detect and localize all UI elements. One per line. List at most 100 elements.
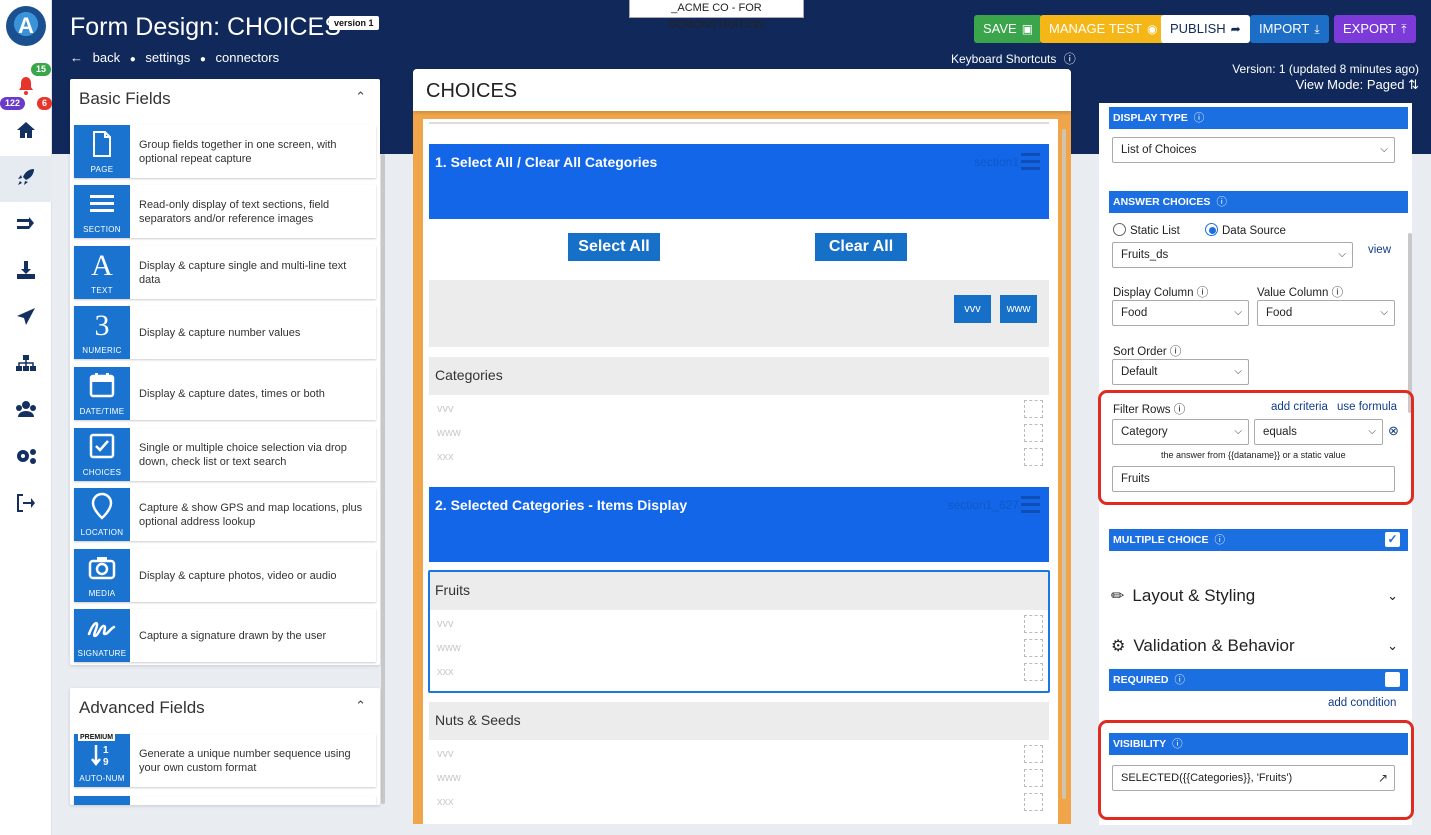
keyboard-shortcuts-link[interactable]: Keyboard Shortcuts ⓘ [951,50,1076,67]
field-label: NUMERIC [82,346,122,355]
chevron-up-icon[interactable]: ⌃ [355,698,366,714]
categories-option[interactable]: xxx [429,446,1049,468]
chevron-up-icon[interactable]: ⌃ [355,89,366,105]
version-text: Version: 1 (updated 8 minutes ago) [1232,62,1419,76]
layout-styling-section[interactable]: ✏ Layout & Styling ⌄ [1111,586,1408,612]
field-location[interactable]: LOCATION Capture & show GPS and map loca… [74,488,376,541]
help-icon[interactable]: ⓘ [1194,112,1205,124]
section-1[interactable]: 1. Select All / Clear All Categories sec… [429,144,1049,219]
page-icon: PAGE [74,125,130,178]
value-column-value: Food [1266,307,1293,319]
field-choices[interactable]: CHOICES Single or multiple choice select… [74,428,376,481]
help-icon[interactable]: ⓘ [1174,674,1185,686]
field-section[interactable]: SECTION Read-only display of text sectio… [74,185,376,238]
radio-unchecked[interactable] [1113,223,1126,236]
help-icon[interactable]: ⓘ [1332,287,1344,299]
rocket-icon[interactable] [14,167,38,191]
multiple-choice-label: MULTIPLE CHOICE [1113,534,1209,546]
field-page[interactable]: PAGE Group fields together in one screen… [74,125,376,178]
field-text[interactable]: A TEXT Display & capture single and mult… [74,246,376,299]
crumb-back[interactable]: back [93,50,120,65]
properties-scrollbar[interactable] [1408,233,1412,413]
option-label: www [437,772,461,784]
export-icon: ⤒ [1401,22,1407,36]
chevron-down-icon: ⌵ [1234,307,1242,318]
option-checkbox[interactable] [1024,793,1043,811]
add-condition-link[interactable]: add condition [1328,697,1396,709]
display-column-select[interactable]: Food ⌵ [1112,300,1249,326]
save-button[interactable]: SAVE ▣ [974,15,1043,43]
www-button[interactable]: www [1000,295,1037,323]
canvas-body: 1. Select All / Clear All Categories sec… [423,119,1058,824]
field-signature[interactable]: SIGNATURE Capture a signature drawn by t… [74,609,376,662]
publish-button[interactable]: PUBLISH ➦ [1161,15,1250,43]
crumb-connectors[interactable]: connectors [216,50,280,65]
export-button[interactable]: EXPORT ⤒ [1334,15,1416,43]
import-icon: ⤓ [1314,22,1320,36]
logout-icon[interactable] [14,494,38,518]
clear-all-button[interactable]: Clear All [815,233,907,261]
hierarchy-icon[interactable] [14,354,38,378]
option-checkbox[interactable] [1024,769,1043,787]
fields-scrollbar[interactable] [381,154,385,804]
data-source-select[interactable]: Fruits_ds ⌵ [1112,242,1353,268]
download-icon[interactable] [14,260,38,284]
option-checkbox[interactable] [1024,400,1043,418]
validation-behavior-section[interactable]: ⚙ Validation & Behavior ⌄ [1111,636,1408,662]
option-label: xxx [437,451,454,463]
manage-test-button[interactable]: MANAGE TEST ◉ [1040,15,1167,43]
categories-option[interactable]: www [429,422,1049,444]
field-auto-num[interactable]: 19 AUTO-NUM PREMIUM Generate a unique nu… [74,734,376,787]
transfer-icon[interactable] [14,214,38,238]
field-media[interactable]: MEDIA Display & capture photos, video or… [74,549,376,602]
back-arrow-icon[interactable]: ← [70,50,83,65]
help-icon[interactable]: ⓘ [1170,346,1182,358]
crumb-settings[interactable]: settings [145,50,190,65]
group-icon[interactable] [14,400,38,424]
radio-checked[interactable] [1205,223,1218,236]
field-next-item[interactable] [74,796,376,805]
display-type-select[interactable]: List of Choices ⌵ [1112,137,1395,163]
data-source-radio[interactable]: Data Source [1205,223,1286,237]
import-button[interactable]: IMPORT ⤓ [1250,15,1329,43]
select-all-button[interactable]: Select All [568,233,660,261]
help-icon[interactable]: ⓘ [1197,287,1209,299]
field-numeric[interactable]: 3 NUMERIC Display & capture number value… [74,306,376,359]
drag-handle-icon[interactable] [1021,153,1040,170]
validation-behavior-title: Validation & Behavior [1133,636,1295,655]
settings-icon[interactable] [14,447,38,471]
multiple-choice-checkbox[interactable]: ✓ [1385,532,1400,547]
help-icon[interactable]: ⓘ [1216,196,1227,208]
option-checkbox[interactable] [1024,745,1043,763]
option-checkbox[interactable] [1024,424,1043,442]
section-2[interactable]: 2. Selected Categories - Items Display s… [429,487,1049,562]
field-datetime[interactable]: DATE/TIME Display & capture dates, times… [74,367,376,420]
option-checkbox[interactable] [1024,448,1043,466]
help-icon[interactable]: ⓘ [1214,534,1225,546]
field-description: Capture & show GPS and map locations, pl… [139,501,363,528]
required-checkbox[interactable] [1385,672,1400,687]
canvas-scrollbar[interactable] [1062,129,1066,799]
view-mode-toggle[interactable]: View Mode: Paged ⇅ [1232,77,1419,93]
calendar-icon: DATE/TIME [74,367,130,420]
nuts-option[interactable]: xxx [429,791,1049,813]
vvv-button[interactable]: vvv [954,295,991,323]
display-type-label: DISPLAY TYPE [1113,112,1188,124]
sort-numeric-icon: 19 AUTO-NUM [74,734,130,787]
basic-fields-panel: Basic Fields ⌃ PAGE Group fields togethe… [70,79,380,665]
nuts-field-title[interactable]: Nuts & Seeds [429,702,1049,740]
nuts-option[interactable]: www [429,767,1049,789]
send-icon[interactable] [14,307,38,331]
categories-option[interactable]: vvv [429,398,1049,420]
static-list-radio[interactable]: Static List [1113,223,1180,237]
categories-field-title[interactable]: Categories [429,357,1049,395]
value-column-select[interactable]: Food ⌵ [1257,300,1395,326]
nuts-option[interactable]: vvv [429,743,1049,765]
chevron-down-icon: ⌵ [1380,144,1388,155]
drag-handle-icon[interactable] [1021,496,1040,513]
home-icon[interactable] [14,121,38,145]
view-link[interactable]: view [1368,244,1391,256]
sort-order-select[interactable]: Default ⌵ [1112,359,1249,385]
app-logo[interactable]: A [6,6,46,46]
import-label: IMPORT [1259,21,1310,36]
